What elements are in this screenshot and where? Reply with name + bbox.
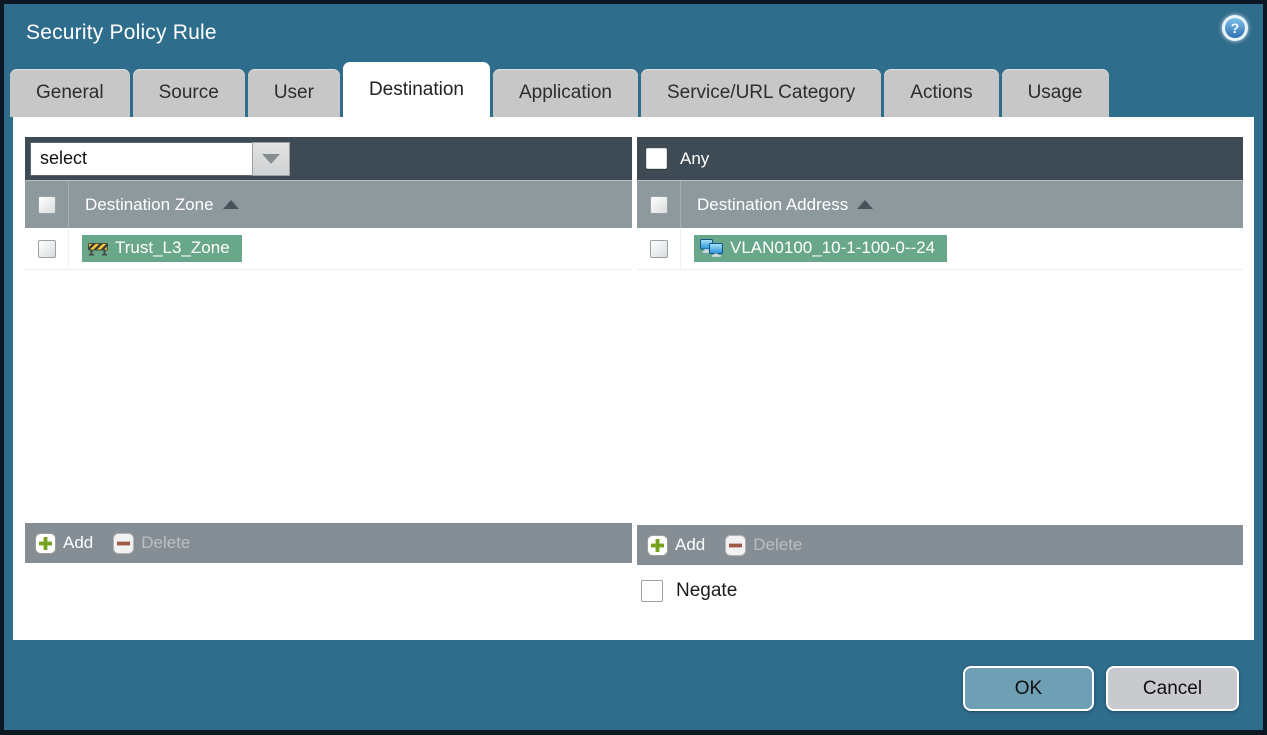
address-column-title: Destination Address: [697, 194, 849, 214]
minus-icon: [113, 532, 135, 554]
tab-user[interactable]: User: [247, 69, 340, 117]
address-any-label: Any: [680, 148, 710, 168]
tab-actions[interactable]: Actions: [884, 69, 999, 117]
zone-delete-label: Delete: [141, 533, 191, 552]
address-row-checkbox[interactable]: [649, 239, 668, 258]
minus-icon: [725, 534, 747, 556]
zone-chip-label: Trust_L3_Zone: [115, 238, 230, 257]
address-any-checkbox[interactable]: [646, 148, 667, 169]
zone-add-button[interactable]: Add: [35, 532, 94, 554]
dialog-tabs: General Source User Destination Applicat…: [10, 62, 1257, 117]
tab-destination[interactable]: Destination: [342, 62, 490, 117]
zone-toolbar: select: [25, 137, 632, 180]
address-rows: VLAN0100_10-1-100-0--24: [637, 228, 1243, 525]
address-select-all-checkbox[interactable]: [649, 195, 668, 214]
ok-button[interactable]: OK: [963, 666, 1094, 711]
negate-label: Negate: [676, 580, 738, 601]
address-delete-button[interactable]: Delete: [725, 534, 803, 556]
tab-source[interactable]: Source: [132, 69, 245, 117]
address-select-all-cell: [637, 181, 681, 228]
help-question-glyph: ?: [1225, 18, 1245, 38]
network-address-icon: [700, 239, 723, 257]
address-chip-label: VLAN0100_10-1-100-0--24: [730, 238, 936, 257]
zone-rows: Trust_L3_Zone: [25, 228, 632, 523]
tab-application[interactable]: Application: [493, 69, 638, 117]
destination-zone-panel: select Destination Zone Trust_L3_Zone Ad…: [25, 137, 632, 563]
address-column-header[interactable]: Destination Address: [637, 180, 1243, 228]
zone-row-checkbox[interactable]: [37, 239, 56, 258]
tab-usage[interactable]: Usage: [1001, 69, 1109, 117]
plus-icon: [35, 532, 56, 554]
zone-column-header[interactable]: Destination Zone: [25, 180, 632, 228]
address-add-label: Add: [675, 535, 706, 554]
address-footer: Add Delete: [637, 525, 1243, 565]
table-row[interactable]: VLAN0100_10-1-100-0--24: [637, 228, 1243, 270]
zone-column-title: Destination Zone: [85, 194, 214, 214]
address-any-header: Any: [637, 137, 1243, 180]
negate-checkbox[interactable]: [641, 580, 663, 602]
destination-address-panel: Any Destination Address VLAN0100_10-1-10…: [637, 137, 1243, 565]
zone-row-checkbox-cell: [25, 228, 69, 269]
address-chip-vlan0100[interactable]: VLAN0100_10-1-100-0--24: [694, 235, 948, 262]
cancel-button[interactable]: Cancel: [1106, 666, 1239, 711]
tab-service-url-category[interactable]: Service/URL Category: [640, 69, 882, 117]
sort-ascending-icon: [222, 200, 239, 209]
help-icon[interactable]: ?: [1222, 15, 1248, 41]
address-delete-label: Delete: [753, 535, 803, 554]
sort-ascending-icon: [857, 200, 874, 209]
negate-row: Negate: [641, 580, 737, 602]
zone-add-label: Add: [63, 533, 94, 552]
table-row[interactable]: Trust_L3_Zone: [25, 228, 632, 270]
zone-select-input[interactable]: select: [30, 141, 252, 176]
address-row-checkbox-cell: [637, 228, 681, 269]
destination-tab-content: select Destination Zone Trust_L3_Zone Ad…: [13, 117, 1254, 640]
dialog-title: Security Policy Rule: [26, 21, 217, 44]
zone-chip-trust-l3-zone[interactable]: Trust_L3_Zone: [82, 235, 242, 262]
dialog-titlebar: Security Policy Rule ?: [4, 4, 1263, 62]
zone-select-all-cell: [25, 181, 69, 228]
plus-icon: [647, 534, 668, 556]
zone-delete-button[interactable]: Delete: [113, 532, 191, 554]
security-policy-rule-dialog: Security Policy Rule ? General Source Us…: [4, 4, 1263, 730]
tab-general[interactable]: General: [10, 69, 130, 117]
chevron-down-icon: [262, 153, 280, 164]
zone-select-combo: select: [30, 141, 290, 176]
zone-footer: Add Delete: [25, 523, 632, 563]
zone-barrier-icon: [88, 241, 108, 256]
address-add-button[interactable]: Add: [647, 534, 706, 556]
zone-select-dropdown-button[interactable]: [252, 141, 290, 176]
zone-select-all-checkbox[interactable]: [37, 195, 56, 214]
